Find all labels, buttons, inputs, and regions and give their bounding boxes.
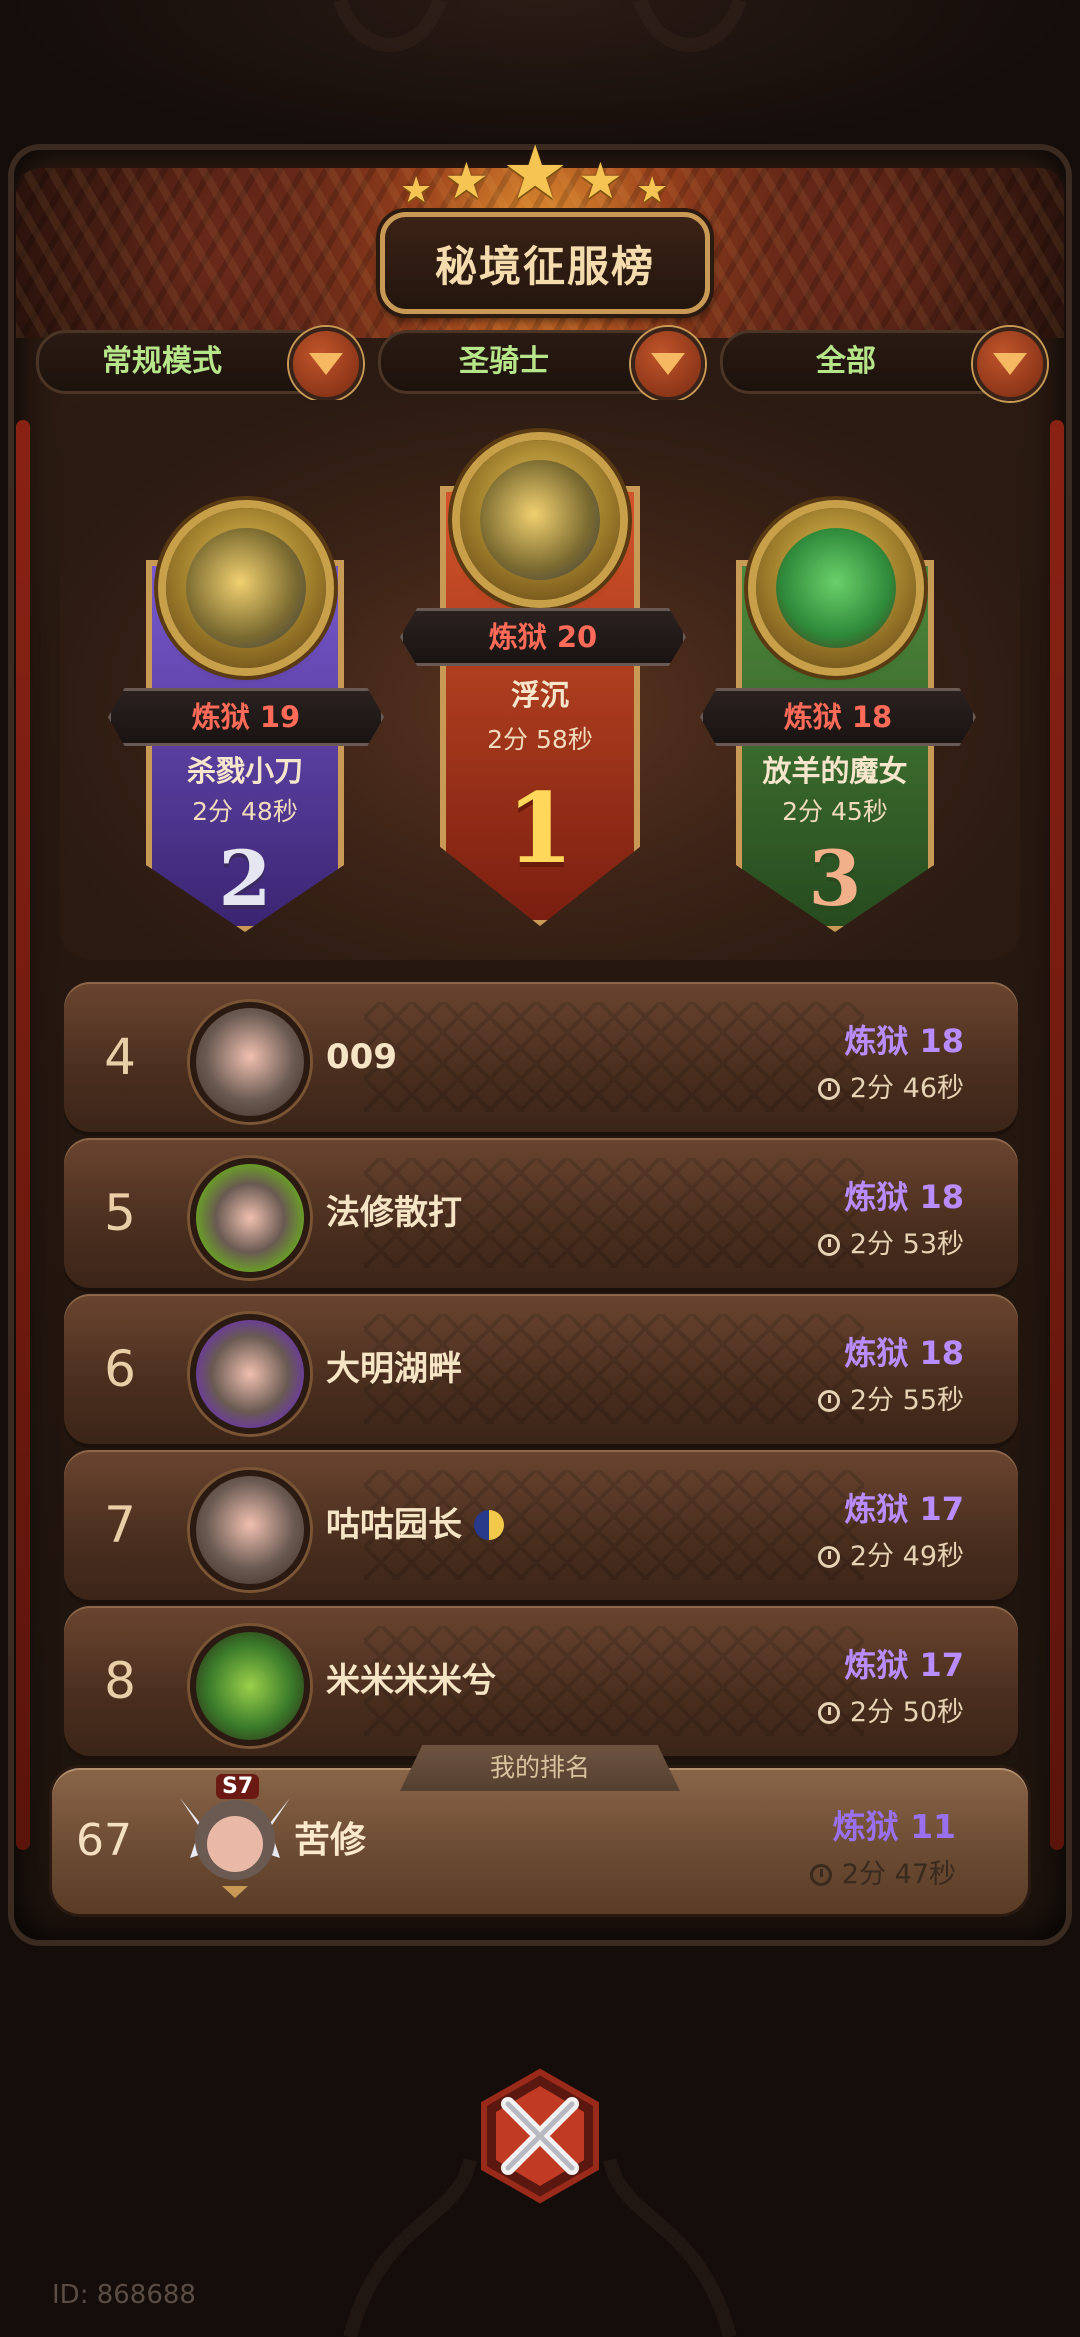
avatar xyxy=(190,1158,310,1278)
podium-first-name: 浮沉 xyxy=(510,678,569,712)
podium-third-name: 放羊的魔女 xyxy=(762,754,908,788)
star-icon: ★ xyxy=(578,152,623,210)
row-time: 2分 50秒 xyxy=(817,1690,964,1729)
close-icon xyxy=(481,2068,599,2204)
clock-icon xyxy=(817,1390,840,1412)
player-id: ID: 868688 xyxy=(52,2280,196,2310)
row-rank: 7 xyxy=(104,1496,136,1554)
row-tier: 炼狱 18 xyxy=(844,1334,964,1372)
leaderboard-row[interactable]: 6 大明湖畔 炼狱 18 2分 55秒 xyxy=(64,1294,1018,1444)
avatar xyxy=(190,1626,310,1746)
row-tier: 炼狱 18 xyxy=(844,1178,964,1216)
clock-icon xyxy=(817,1702,840,1724)
row-username: 大明湖畔 xyxy=(326,1349,462,1389)
clock-icon xyxy=(817,1546,840,1568)
podium-third-tier: 炼狱 18 xyxy=(700,688,976,746)
leaderboard-row[interactable]: 4 009 炼狱 18 2分 46秒 xyxy=(64,982,1018,1132)
close-button[interactable] xyxy=(472,2068,608,2204)
chevron-down-icon[interactable] xyxy=(289,327,363,401)
my-username: 苦修 xyxy=(294,1820,367,1861)
my-time: 2分 47秒 xyxy=(809,1852,956,1891)
row-rank: 6 xyxy=(104,1340,136,1398)
star-icon: ★ xyxy=(444,152,489,210)
row-tier: 炼狱 17 xyxy=(844,1646,964,1684)
left-rail xyxy=(16,420,30,1850)
podium-second-time: 2分 48秒 xyxy=(192,797,298,826)
player-portrait xyxy=(166,508,326,668)
chevron-down-icon[interactable] xyxy=(631,327,705,401)
player-portrait xyxy=(460,440,620,600)
podium-third-time: 2分 45秒 xyxy=(782,797,888,826)
avatar: S7 xyxy=(170,1774,300,1898)
page-title: 秘境征服榜 xyxy=(380,212,710,314)
star-icon: ★ xyxy=(400,170,433,211)
class-filter-dropdown[interactable]: 圣骑士 xyxy=(378,327,705,401)
leaderboard-row[interactable]: 5 法修散打 炼狱 18 2分 53秒 xyxy=(64,1138,1018,1288)
scope-filter-dropdown[interactable]: 全部 xyxy=(720,327,1047,401)
clock-icon xyxy=(817,1234,840,1256)
clock-icon xyxy=(817,1078,840,1100)
row-rank: 5 xyxy=(104,1184,136,1242)
avatar xyxy=(190,1314,310,1434)
podium-third-rank: 3 xyxy=(808,834,862,923)
leaderboard-row[interactable]: 7 咕咕园长 炼狱 17 2分 49秒 xyxy=(64,1450,1018,1600)
podium-first-tier: 炼狱 20 xyxy=(400,608,686,666)
chevron-down-icon[interactable] xyxy=(973,327,1047,401)
player-portrait xyxy=(756,508,916,668)
row-username: 009 xyxy=(326,1037,397,1077)
mode-filter-dropdown[interactable]: 常规模式 xyxy=(36,327,363,401)
podium-second-rank: 2 xyxy=(218,834,272,923)
row-time: 2分 46秒 xyxy=(817,1066,964,1105)
class-filter-label: 圣骑士 xyxy=(459,344,549,379)
row-username: 米米米米兮 xyxy=(326,1661,496,1701)
row-time: 2分 53秒 xyxy=(817,1222,964,1261)
moon-icon xyxy=(473,1510,504,1540)
rank-stars: ★ ★ ★ ★ ★ xyxy=(400,130,680,216)
filter-bar: 常规模式 圣骑士 全部 xyxy=(36,327,1047,401)
avatar xyxy=(190,1002,310,1122)
season-badge: S7 xyxy=(216,1774,260,1799)
row-rank: 4 xyxy=(104,1028,136,1086)
avatar xyxy=(190,1470,310,1590)
clock-icon xyxy=(809,1864,832,1886)
row-tier: 炼狱 17 xyxy=(844,1490,964,1528)
scope-filter-label: 全部 xyxy=(816,344,876,379)
podium-first-rank: 1 xyxy=(506,772,574,885)
my-rank-number: 67 xyxy=(76,1815,132,1866)
podium-second-tier: 炼狱 19 xyxy=(108,688,384,746)
my-rank-tab: 我的排名 xyxy=(400,1745,680,1791)
star-icon: ★ xyxy=(636,170,669,211)
podium-second-name: 杀戮小刀 xyxy=(186,754,303,788)
podium-first-time: 2分 58秒 xyxy=(487,725,593,754)
row-time: 2分 55秒 xyxy=(817,1378,964,1417)
row-username: 法修散打 xyxy=(326,1193,462,1233)
row-time: 2分 49秒 xyxy=(817,1534,964,1573)
row-rank: 8 xyxy=(104,1652,136,1710)
row-username: 咕咕园长 xyxy=(326,1450,504,1600)
right-rail xyxy=(1050,420,1064,1850)
row-tier: 炼狱 18 xyxy=(844,1022,964,1060)
leaderboard-row[interactable]: 8 米米米米兮 炼狱 17 2分 50秒 xyxy=(64,1606,1018,1756)
my-tier: 炼狱 11 xyxy=(832,1807,956,1846)
star-icon: ★ xyxy=(502,130,569,216)
mode-filter-label: 常规模式 xyxy=(102,344,222,379)
